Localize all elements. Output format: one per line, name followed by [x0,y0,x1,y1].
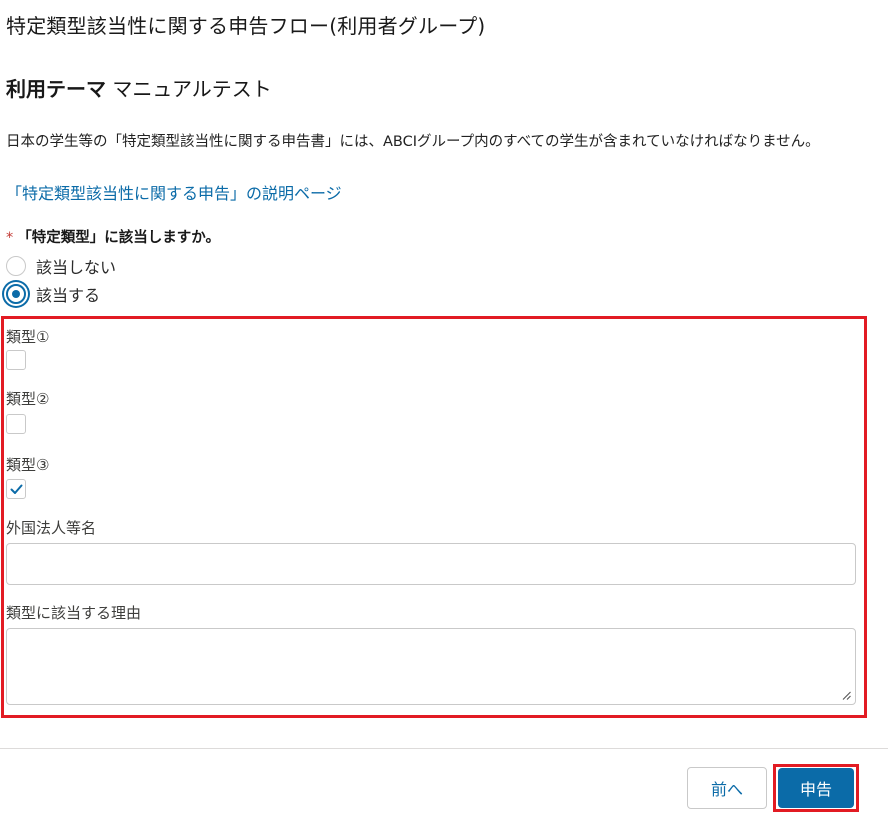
theme-line: 利用テーマ マニュアルテスト [6,73,272,102]
type2-label: 類型② [6,390,50,408]
footer-divider [0,748,888,749]
type3-checkbox[interactable] [6,479,26,499]
radio-button-not-applicable[interactable] [6,256,26,276]
resize-handle-icon[interactable] [842,691,851,700]
radio-option-not-applicable[interactable]: 該当しない [6,254,116,278]
previous-button[interactable]: 前へ [687,767,767,809]
type2-checkbox[interactable] [6,414,26,434]
reason-textarea[interactable] [6,628,856,705]
type3-label: 類型③ [6,456,50,474]
reason-label: 類型に該当する理由 [6,604,142,622]
type1-checkbox[interactable] [6,350,26,370]
theme-value: マニュアルテスト [112,77,272,101]
foreign-entity-label: 外国法人等名 [6,519,97,537]
help-page-link[interactable]: 「特定類型該当性に関する申告」の説明ページ [6,180,342,204]
radio-button-applicable[interactable] [6,284,26,304]
foreign-entity-input[interactable] [6,543,856,585]
description-text: 日本の学生等の「特定類型該当性に関する申告書」には、ABCIグループ内のすべての… [6,134,820,150]
radio-option-applicable[interactable]: 該当する [6,282,100,306]
radio-label-not-applicable: 該当しない [36,258,117,277]
checkmark-icon [10,484,23,494]
type1-label: 類型① [6,328,50,346]
submit-button[interactable]: 申告 [778,768,854,808]
required-mark: * [6,230,14,246]
page-title: 特定類型該当性に関する申告フロー(利用者グループ) [6,14,486,38]
question-label: * 「特定類型」に該当しますか。 [6,226,220,247]
question-text: 「特定類型」に該当しますか。 [17,230,220,246]
theme-label: 利用テーマ [6,77,106,101]
radio-label-applicable: 該当する [36,286,101,305]
